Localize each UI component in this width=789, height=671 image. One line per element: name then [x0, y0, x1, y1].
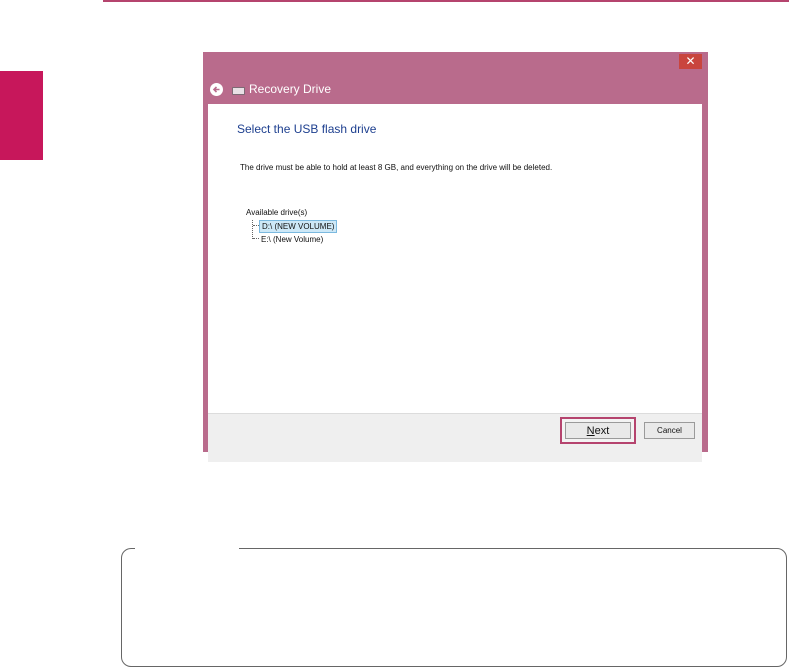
cancel-button[interactable]: Cancel [644, 422, 695, 439]
usb-drive-icon [232, 87, 245, 95]
next-accelerator: N [586, 424, 595, 437]
available-drives-label: Available drive(s) [246, 208, 308, 217]
tree-branch [253, 238, 259, 239]
back-arrow-icon[interactable] [210, 82, 223, 96]
side-tab-marker [0, 71, 43, 160]
next-button[interactable]: Next [560, 417, 636, 444]
button-footer: Next Cancel [208, 413, 702, 462]
tree-line [252, 220, 254, 239]
drive-item-d-selected[interactable]: D:\ (NEW VOLUME) [259, 220, 338, 233]
page-heading: Select the USB flash drive [237, 122, 377, 136]
content-panel: Select the USB flash drive The drive mus… [208, 104, 702, 462]
recovery-drive-window: ✕ Recovery Drive Select the USB flash dr… [203, 52, 708, 462]
top-rule [103, 0, 789, 2]
next-label-rest: ext [594, 424, 610, 437]
next-button-face: Next [565, 422, 631, 439]
instruction-text: The drive must be able to hold at least … [240, 163, 553, 172]
nav-bar: Recovery Drive [203, 76, 708, 102]
window-title: Recovery Drive [249, 82, 332, 96]
drive-item-e[interactable]: E:\ (New Volume) [261, 234, 323, 245]
note-tab-gap [135, 546, 239, 552]
close-icon[interactable]: ✕ [679, 54, 702, 69]
drive-tree: D:\ (NEW VOLUME) E:\ (New Volume) [252, 220, 372, 250]
note-box [121, 546, 787, 667]
